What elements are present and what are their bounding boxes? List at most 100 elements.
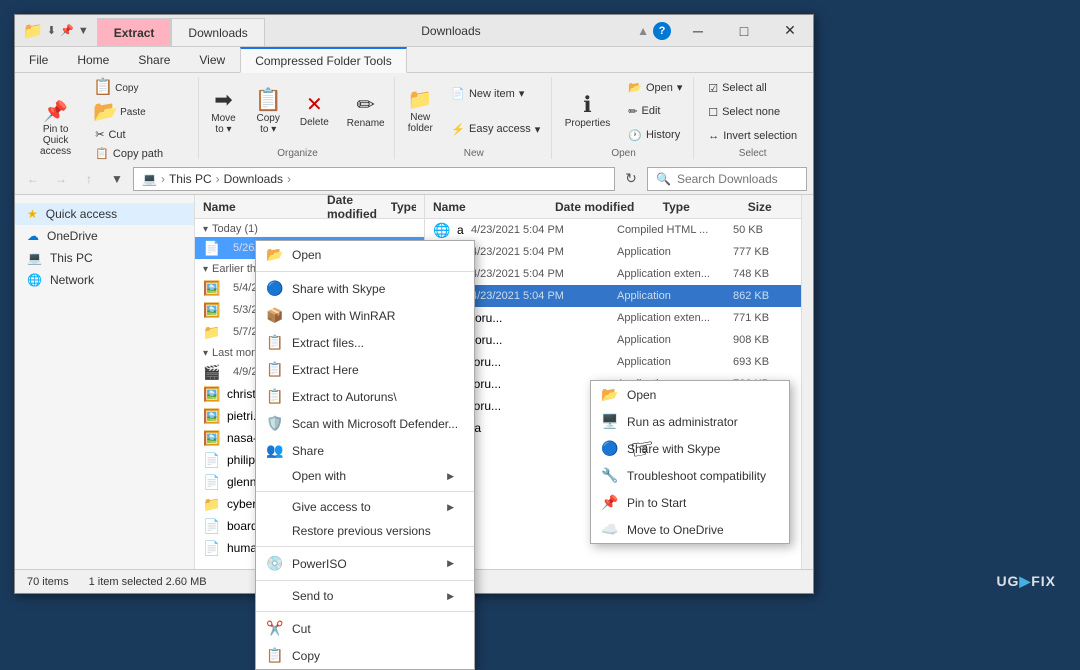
col-name-right[interactable]: Name (433, 200, 553, 214)
ctx1-extractfiles[interactable]: 📋 Extract files... (256, 329, 474, 356)
ctx1-restore[interactable]: Restore previous versions (256, 519, 474, 543)
copypath-label: Copy path (113, 148, 163, 160)
ctx2-onedrive[interactable]: ☁️ Move to OneDrive (591, 516, 789, 543)
ctx1-winrar[interactable]: 📦 Open with WinRAR (256, 302, 474, 329)
col-date-right[interactable]: Date modified (555, 200, 661, 214)
scrollbar[interactable] (801, 195, 813, 569)
sidebar-item-network[interactable]: 🌐 Network (15, 269, 194, 291)
ctx1-copy[interactable]: 📋 Copy (256, 642, 474, 669)
ctx1-open[interactable]: 📂 Open (256, 241, 474, 268)
file-row-autoru6[interactable]: ⚙️ Autoru... Application 908 KB (425, 329, 801, 351)
search-box[interactable]: 🔍 (647, 167, 807, 191)
copyto-btn[interactable]: 📋 Copyto ▾ (247, 84, 288, 140)
ctx1-giveaccess[interactable]: Give access to (256, 495, 474, 519)
ribbon-tab-file[interactable]: File (15, 47, 63, 72)
sidebar-item-onedrive[interactable]: ☁ OneDrive (15, 225, 194, 247)
refresh-btn[interactable]: ↻ (619, 167, 643, 191)
recent-btn[interactable]: ▼ (105, 167, 129, 191)
back-btn[interactable]: ← (21, 167, 45, 191)
group-today-chevron: ▾ (203, 224, 208, 235)
file-row-autoru5[interactable]: ⚙️ Autoru... Application exten... 771 KB (425, 307, 801, 329)
copy-btn[interactable]: 📋 Copy (88, 77, 190, 99)
ctx2-trouble[interactable]: 🔧 Troubleshoot compatibility (591, 462, 789, 489)
file-row-autoru7[interactable]: ⚙️ autoru... Application 693 KB (425, 351, 801, 373)
pin-large-icon: 📌 (43, 102, 68, 122)
group-today: ▾ Today (1) (195, 219, 424, 237)
rename-btn[interactable]: ✏ Rename (340, 89, 392, 134)
ctx1-extracthere[interactable]: 📋 Extract Here (256, 356, 474, 383)
ctx1-openwith-label: Open with (292, 469, 346, 483)
ctx1-share-label: Share (292, 444, 324, 458)
file-row-autoruns64[interactable]: ⚙️ Autoruns64 4/23/2021 5:04 PM Applicat… (425, 285, 801, 307)
ctx1-share[interactable]: 👥 Share (256, 437, 474, 464)
delete-btn[interactable]: ✕ Delete (293, 90, 336, 133)
ctx1-skype-label: Share with Skype (292, 282, 385, 296)
ctx1-sep2 (256, 491, 474, 492)
newitem-btn[interactable]: 📄 New item ▾ (444, 84, 547, 103)
newfolder-icon: 📁 (408, 90, 433, 110)
easyaccess-btn[interactable]: ⚡ Easy access ▾ (444, 120, 547, 139)
ribbon-tab-view[interactable]: View (185, 47, 240, 72)
selectnone-btn[interactable]: ☐ Select none (701, 103, 804, 122)
tab-downloads[interactable]: Downloads (171, 18, 264, 46)
col-size-right[interactable]: Size (748, 200, 793, 214)
search-input[interactable] (677, 172, 798, 186)
file-row-autoruns64dll[interactable]: ⚙️ Autoruns64.dll 4/23/2021 5:04 PM Appl… (425, 263, 801, 285)
ctx1-copy-icon: 📋 (266, 647, 284, 664)
pin-btn[interactable]: 📌 Pin to Quickaccess (27, 97, 84, 162)
cut-btn[interactable]: ✂ Cut (88, 125, 190, 144)
ribbon-group-new: 📁 Newfolder 📄 New item ▾ ⚡ Easy access ▾ (397, 77, 552, 159)
ctx2-open[interactable]: 📂 Open (591, 381, 789, 408)
ctx1-skype[interactable]: 🔵 Share with Skype (256, 275, 474, 302)
forward-btn[interactable]: → (49, 167, 73, 191)
edit-btn[interactable]: ✏ Edit (621, 102, 689, 121)
selected-info: 1 item selected 2.60 MB (89, 576, 207, 588)
sidebar-item-thispc[interactable]: 💻 This PC (15, 247, 194, 269)
ctx1-sendto[interactable]: Send to (256, 584, 474, 608)
address-path[interactable]: 💻 › This PC › Downloads › (133, 167, 615, 191)
open-btn[interactable]: 📂 Open ▾ (621, 78, 689, 97)
maximize-btn[interactable]: □ (721, 15, 767, 46)
file-row-autoruns-html[interactable]: 🌐 autoruns 4/23/2021 5:04 PM Compiled HT… (425, 219, 801, 241)
ribbon-tab-home[interactable]: Home (63, 47, 124, 72)
ctx2-runas-icon: 🖥️ (601, 413, 619, 430)
open-label: Open (646, 82, 673, 94)
ribbon-tab-compressed[interactable]: Compressed Folder Tools (240, 47, 407, 73)
minimize-btn[interactable]: ─ (675, 15, 721, 46)
ctx2-runas[interactable]: 🖥️ Run as administrator (591, 408, 789, 435)
tab-extract[interactable]: Extract (97, 18, 172, 46)
col-type-right[interactable]: Type (663, 200, 746, 214)
newfolder-btn[interactable]: 📁 Newfolder (400, 85, 440, 139)
col-type-left[interactable]: Type (391, 200, 417, 214)
moveto-btn[interactable]: ➡ Moveto ▾ (203, 84, 243, 140)
history-btn[interactable]: 🕐 History (621, 126, 689, 145)
autoru9-name: autoru... (457, 399, 611, 413)
ribbon-tab-share[interactable]: Share (124, 47, 185, 72)
path-thispc[interactable]: This PC (169, 172, 212, 186)
easyaccess-label: Easy access (469, 123, 531, 135)
ctx2-open-icon: 📂 (601, 386, 619, 403)
paste-btn[interactable]: 📂 Paste (88, 99, 190, 125)
help-btn[interactable]: ? (653, 22, 671, 40)
file-row-autoruns-app[interactable]: ⚙️ Autoruns 4/23/2021 5:04 PM Applicatio… (425, 241, 801, 263)
up-btn[interactable]: ↑ (77, 167, 101, 191)
ctx2-skype[interactable]: 🔵 Share with Skype (591, 435, 789, 462)
autoruns-app-type: Application (617, 246, 727, 258)
ctx1-openwith[interactable]: Open with (256, 464, 474, 488)
col-name-left[interactable]: Name (203, 200, 323, 214)
copypath-btn[interactable]: 📋 Copy path (88, 144, 190, 163)
selectall-btn[interactable]: ☑ Select all (701, 79, 804, 98)
ctx1-extractto[interactable]: 📋 Extract to Autoruns\ (256, 383, 474, 410)
sidebar-item-quickaccess[interactable]: ★ Quick access (15, 203, 194, 225)
invertselection-btn[interactable]: ↔ Invert selection (701, 127, 804, 145)
path-downloads[interactable]: Downloads (224, 172, 283, 186)
ctx1-poweriso[interactable]: 💿 PowerISO (256, 550, 474, 577)
ctx1-defender[interactable]: 🛡️ Scan with Microsoft Defender... (256, 410, 474, 437)
ctx2-pinstart[interactable]: 📌 Pin to Start (591, 489, 789, 516)
col-date-left[interactable]: Date modified (327, 195, 387, 221)
properties-btn[interactable]: ℹ Properties (558, 89, 618, 134)
group-today-label: Today (1) (212, 223, 258, 235)
ctx1-cut[interactable]: ✂️ Cut (256, 615, 474, 642)
huma-icon: 📄 (203, 540, 221, 557)
close-btn[interactable]: ✕ (767, 15, 813, 46)
